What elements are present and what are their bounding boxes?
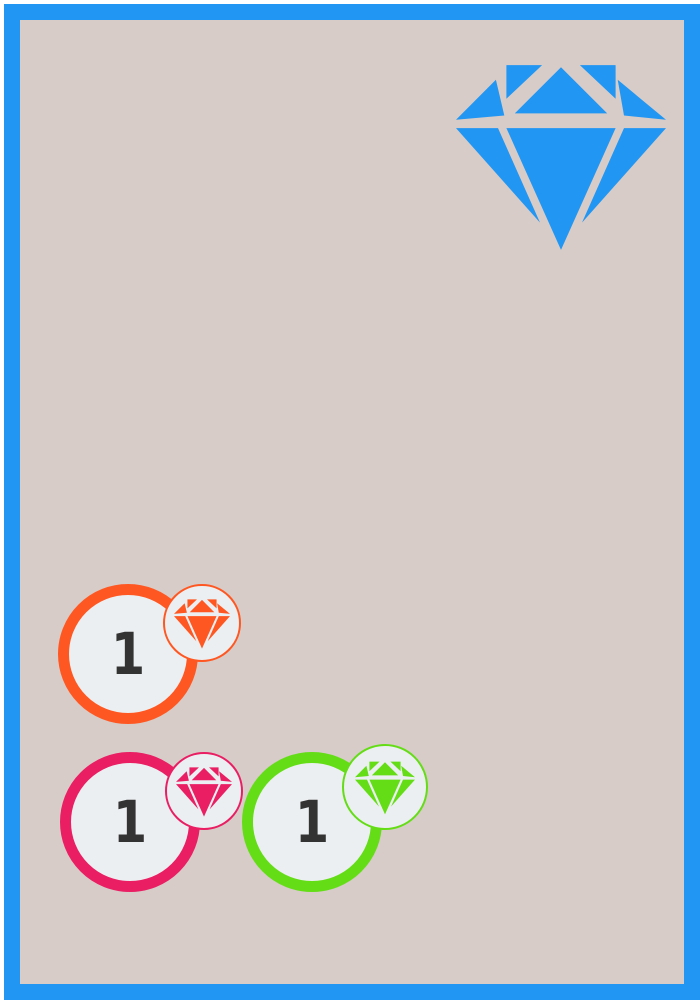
pink-gem-icon	[176, 767, 232, 817]
orange-gem-icon	[174, 599, 230, 649]
green-gem-badge	[342, 744, 428, 830]
pink-gem-badge	[165, 752, 243, 830]
diamond-icon	[456, 65, 666, 250]
card[interactable]: 1 1 1	[4, 4, 700, 1000]
green-gem-icon	[355, 761, 415, 815]
diamond-icon-shape	[456, 65, 666, 250]
cost-orange-amount: 1	[110, 620, 146, 688]
cost-pink-amount: 1	[112, 788, 148, 856]
orange-gem-badge	[163, 584, 241, 662]
